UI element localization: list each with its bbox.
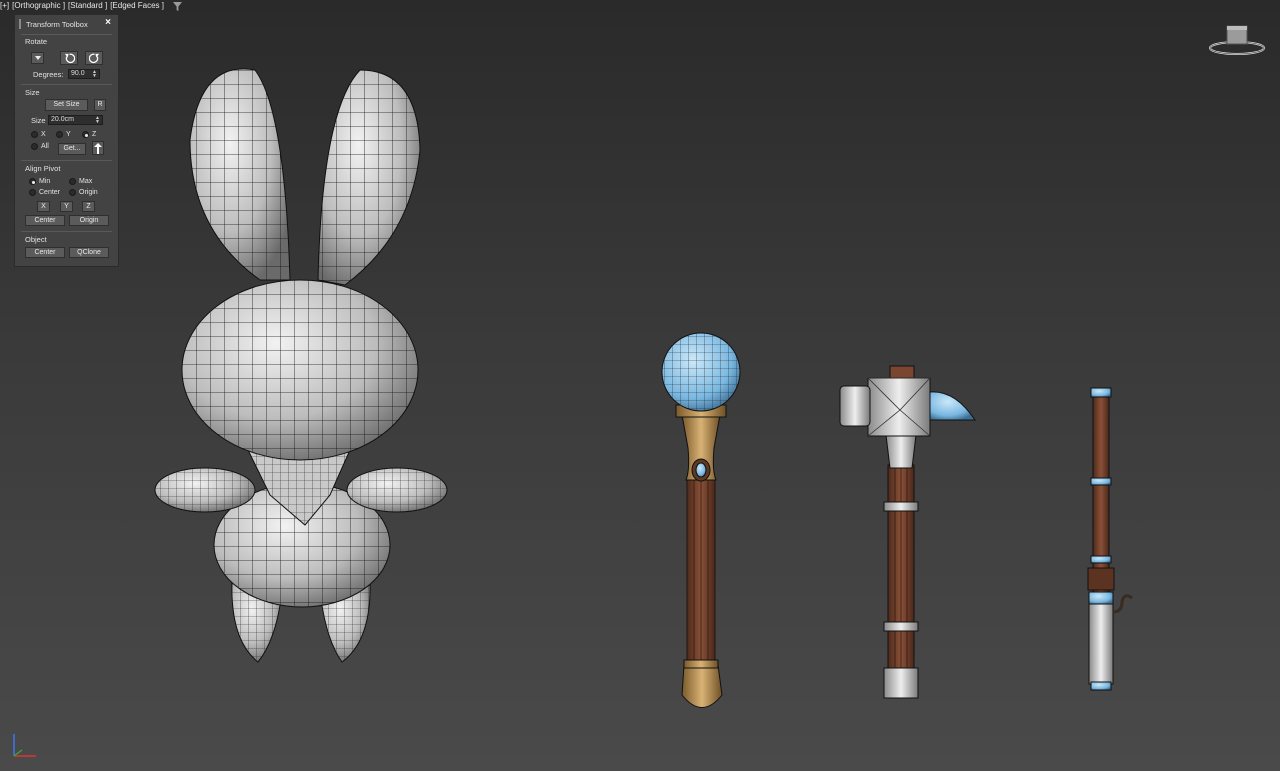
spinner-arrows-icon[interactable]: ▲ ▼ [92, 70, 97, 79]
radio-y[interactable] [56, 131, 63, 138]
size-spinner[interactable]: 20.0cm ▲ ▼ [48, 115, 103, 125]
pivot-x-button[interactable]: X [37, 201, 50, 212]
object-heading: Object [25, 235, 47, 244]
qclone-button[interactable]: QClone [69, 247, 109, 258]
get-size-button[interactable]: Get... [58, 143, 86, 155]
rotate-heading: Rotate [25, 37, 48, 46]
size-label: Size [31, 116, 46, 125]
pivot-center-option[interactable]: Center [29, 189, 60, 196]
viewport-scene[interactable] [0, 0, 1280, 771]
radio-z[interactable] [82, 131, 89, 138]
radio-x[interactable] [31, 131, 38, 138]
pivot-max-label: Max [79, 178, 93, 185]
degrees-label: Degrees: [33, 70, 64, 79]
size-heading: Size [25, 88, 40, 97]
pivot-center-button[interactable]: Center [25, 215, 65, 226]
rotate-cw-button[interactable] [85, 51, 103, 65]
spinner-arrows-icon[interactable]: ▲ ▼ [95, 116, 100, 125]
size-axis-z[interactable]: Z [82, 131, 96, 138]
rotate-ccw-icon [64, 53, 75, 64]
size-axis-x[interactable]: X [31, 131, 46, 138]
set-size-button[interactable]: Set Size [45, 99, 88, 111]
chevron-down-icon [34, 56, 41, 60]
divider [21, 231, 112, 232]
arrow-up-icon [94, 143, 102, 154]
size-value[interactable]: 20.0cm [51, 116, 74, 123]
staff-model[interactable] [661, 332, 741, 708]
size-axis-y[interactable]: Y [56, 131, 71, 138]
pivot-origin-label: Origin [79, 189, 98, 196]
radio-z-label: Z [92, 131, 97, 138]
degrees-value[interactable]: 90.0 [71, 70, 85, 77]
hammer-model[interactable] [839, 365, 976, 699]
rotate-axis-dropdown[interactable] [31, 52, 44, 64]
fishing-rod-model[interactable] [1087, 387, 1133, 691]
transform-toolbox-panel[interactable]: Transform Toolbox × Rotate Degrees: 90.0… [14, 14, 119, 267]
pivot-center-label: Center [39, 189, 61, 196]
pivot-z-button[interactable]: Z [82, 201, 95, 212]
pick-up-button[interactable] [92, 141, 104, 155]
size-axis-all[interactable]: All [31, 143, 49, 150]
divider [21, 160, 112, 161]
rotate-cw-icon [88, 53, 99, 64]
rotate-ccw-button[interactable] [60, 51, 78, 65]
toolbox-title: Transform Toolbox [26, 19, 88, 29]
drag-grip-icon[interactable] [19, 19, 21, 29]
divider [21, 34, 112, 35]
pivot-origin-button[interactable]: Origin [69, 215, 109, 226]
pivot-origin-option[interactable]: Origin [69, 189, 98, 196]
toolbox-titlebar[interactable]: Transform Toolbox × [15, 15, 118, 33]
degrees-spinner[interactable]: 90.0 ▲ ▼ [68, 69, 100, 79]
viewcube-icon[interactable] [1205, 20, 1269, 60]
radio-origin[interactable] [69, 189, 76, 196]
radio-all[interactable] [31, 143, 38, 150]
axis-tripod-icon [13, 734, 36, 757]
pivot-min-label: Min [39, 178, 51, 185]
close-icon[interactable]: × [105, 17, 111, 28]
radio-max[interactable] [69, 178, 76, 185]
divider [21, 84, 112, 85]
object-center-button[interactable]: Center [25, 247, 65, 258]
radio-x-label: X [41, 131, 46, 138]
pivot-max-option[interactable]: Max [69, 178, 92, 185]
pivot-min-option[interactable]: Min [29, 178, 50, 185]
radio-all-label: All [41, 143, 49, 150]
pivot-y-button[interactable]: Y [60, 201, 73, 212]
radio-min[interactable] [29, 178, 36, 185]
bunny-model[interactable] [154, 68, 448, 663]
align-pivot-heading: Align Pivot [25, 164, 61, 173]
radio-center[interactable] [29, 189, 36, 196]
reset-size-button[interactable]: R [94, 99, 106, 111]
radio-y-label: Y [66, 131, 71, 138]
